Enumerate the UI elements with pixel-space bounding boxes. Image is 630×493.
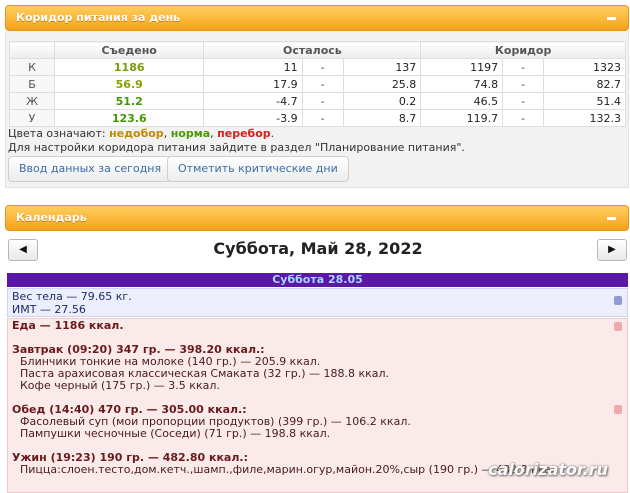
left-max: 25.8	[342, 75, 422, 93]
day-header: Суббота 28.05	[7, 273, 628, 287]
day-header-label: Суббота 28.05	[272, 273, 363, 286]
food-total: Еда — 1186 ккал.	[12, 319, 124, 332]
left-min: 17.9	[203, 75, 303, 93]
dash: -	[502, 75, 545, 93]
eaten-value: 51.2	[54, 92, 205, 110]
list-item: Пампушки чесночные (Соседи) (71 гр.) — 1…	[20, 427, 331, 440]
col-eaten: Съедено	[54, 41, 205, 59]
left-max: 0.2	[342, 92, 422, 110]
calendar-panel-header: Календарь	[5, 205, 629, 231]
row-label: Ж	[8, 92, 56, 110]
corridor-max: 51.4	[543, 92, 626, 110]
eaten-value: 56.9	[54, 75, 205, 93]
col-left: Осталось	[203, 41, 422, 59]
mark-critical-days-button[interactable]: Отметить критические дни	[167, 156, 349, 182]
list-item: Пицца:слоен.тесто,дом.кетч.,шамп.,филе,м…	[20, 463, 562, 476]
corridor-min: 46.5	[420, 92, 504, 110]
minimize-icon[interactable]	[607, 217, 616, 220]
corridor-max: 132.3	[543, 109, 626, 127]
table-row: Б 56.9 17.9 - 25.8 74.8 - 82.7	[8, 75, 626, 93]
table-row: К 1186 11 - 137 1197 - 1323	[8, 58, 626, 76]
corridor-panel-header: Коридор питания за день	[5, 5, 629, 31]
corridor-min: 1197	[420, 58, 504, 76]
left-min: -4.7	[203, 92, 303, 110]
list-item: Кофе черный (175 гр.) — 3.5 ккал.	[20, 379, 220, 392]
weight-entry: Вес тела — 79.65 кг. ИМТ — 27.56	[7, 288, 628, 317]
trash-icon[interactable]	[614, 296, 622, 305]
left-max: 8.7	[342, 109, 422, 127]
calendar-date-title: Суббота, Май 28, 2022	[213, 239, 423, 258]
table-row: У 123.6 -3.9 - 8.7 119.7 - 132.3	[8, 109, 626, 127]
weight-line: Вес тела — 79.65 кг.	[12, 290, 132, 303]
eaten-value: 123.6	[54, 109, 205, 127]
eaten-value: 1186	[54, 58, 205, 76]
dash: -	[301, 109, 344, 127]
corridor-panel-title: Коридор питания за день	[16, 11, 181, 24]
table-header-row: Съедено Осталось Коридор	[8, 41, 626, 59]
dash: -	[301, 58, 344, 76]
row-label: Б	[8, 75, 56, 93]
corridor-max: 1323	[543, 58, 626, 76]
edit-icon[interactable]	[614, 405, 622, 414]
corridor-min: 119.7	[420, 109, 504, 127]
left-min: 11	[203, 58, 303, 76]
legend-over: перебор	[217, 127, 271, 140]
edit-icon[interactable]	[614, 322, 622, 331]
legend-norm: норма	[170, 127, 211, 140]
enter-today-data-button[interactable]: Ввод данных за сегодня	[8, 156, 173, 182]
dash: -	[301, 92, 344, 110]
minimize-icon[interactable]	[607, 17, 616, 20]
left-max: 137	[342, 58, 422, 76]
left-min: -3.9	[203, 109, 303, 127]
bmi-line: ИМТ — 27.56	[12, 303, 86, 316]
table-row: Ж 51.2 -4.7 - 0.2 46.5 - 51.4	[8, 92, 626, 110]
col-corridor: Коридор	[420, 41, 626, 59]
row-label: К	[8, 58, 56, 76]
color-legend: Цвета означают: недобор, норма, перебор.	[8, 127, 275, 140]
next-day-button[interactable]: ▶	[597, 239, 627, 261]
prev-day-button[interactable]: ◀	[8, 239, 38, 261]
corridor-max: 82.7	[543, 75, 626, 93]
dash: -	[502, 92, 545, 110]
arrow-left-icon: ◀	[19, 244, 27, 255]
dash: -	[301, 75, 344, 93]
dash: -	[502, 109, 545, 127]
dash: -	[502, 58, 545, 76]
legend-under: недобор	[109, 127, 164, 140]
calendar-panel-title: Календарь	[16, 211, 87, 224]
corridor-min: 74.8	[420, 75, 504, 93]
row-label: У	[8, 109, 56, 127]
corridor-hint: Для настройки коридора питания зайдите в…	[8, 141, 465, 154]
legend-prefix: Цвета означают:	[8, 127, 106, 140]
site-watermark: calorizator.ru	[488, 460, 608, 479]
arrow-right-icon: ▶	[608, 244, 616, 255]
corridor-table: Съедено Осталось Коридор К 1186 11 - 137…	[8, 41, 626, 127]
